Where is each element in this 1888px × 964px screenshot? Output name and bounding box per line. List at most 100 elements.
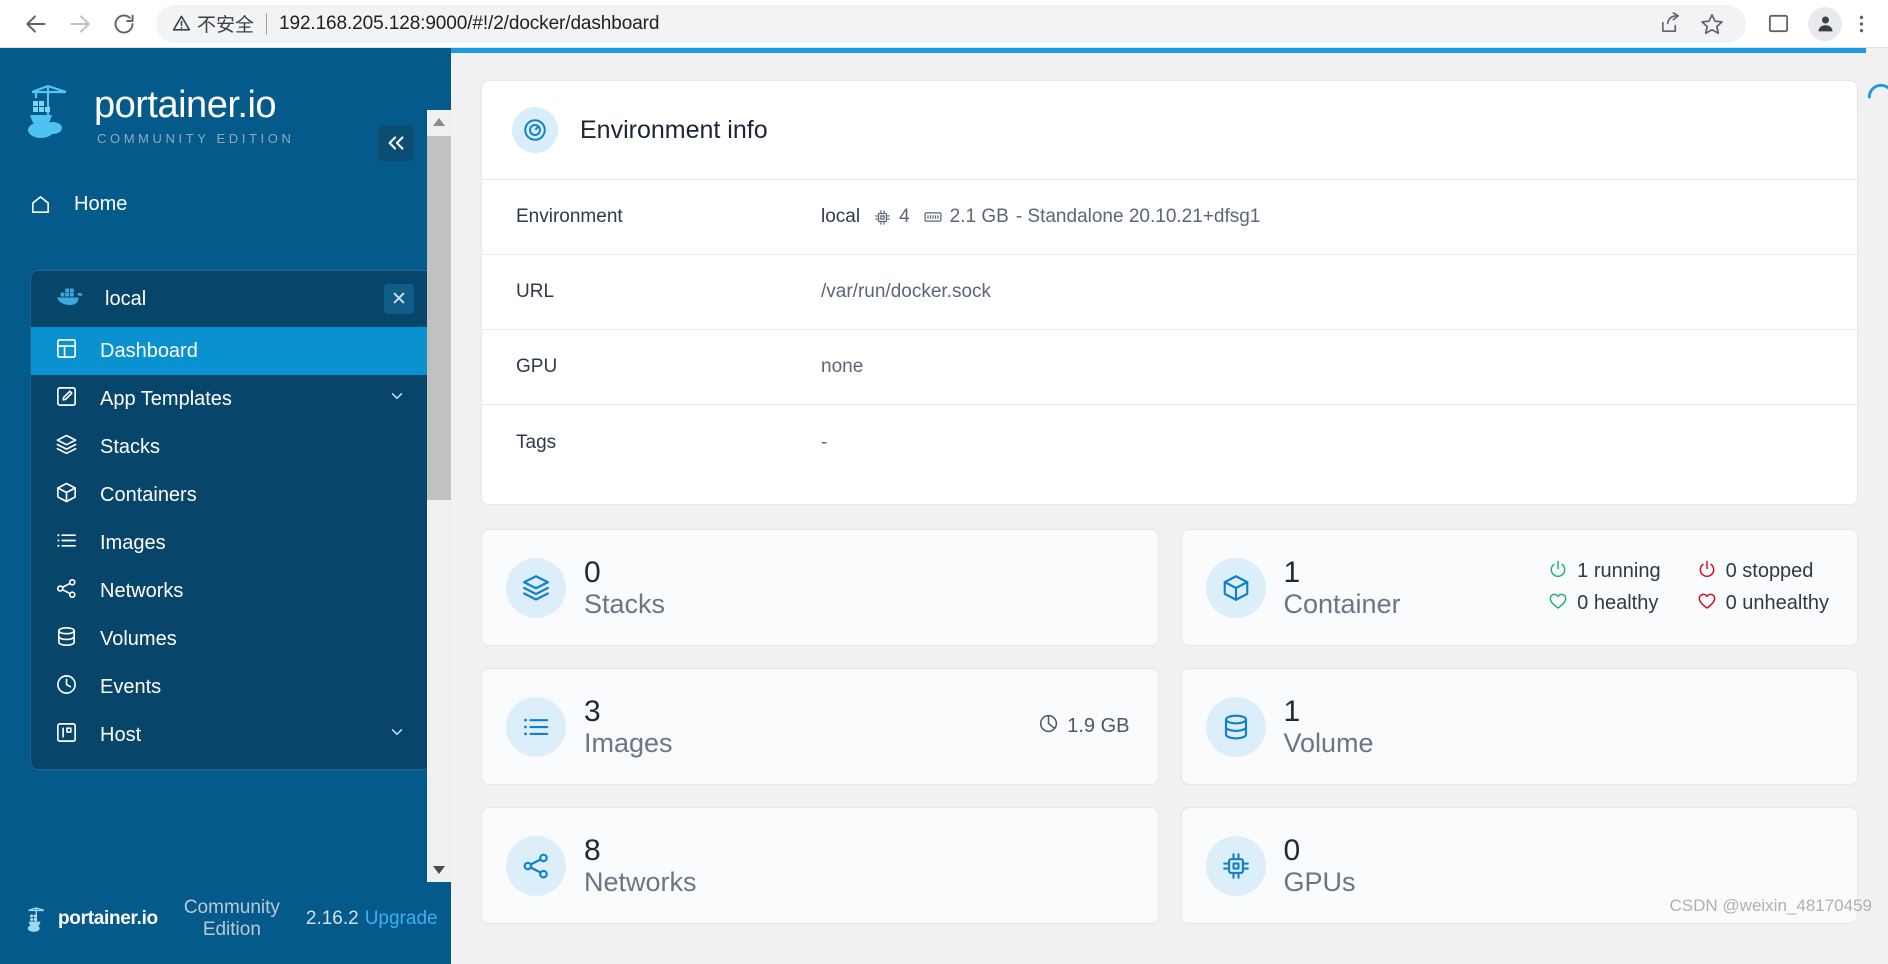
environment-suffix: - Standalone 20.10.21+dfsg1: [1015, 206, 1261, 227]
sidebar-item-stacks[interactable]: Stacks: [31, 423, 428, 471]
warning-triangle-icon: [172, 14, 191, 33]
container-status-healthy: 0 healthy: [1548, 591, 1660, 617]
clock-icon: [57, 674, 76, 694]
sidebar-item-host[interactable]: Host: [31, 711, 428, 759]
share-nodes-icon: [523, 853, 548, 878]
footer-upgrade-link[interactable]: Upgrade: [365, 908, 438, 930]
info-label: GPU: [516, 356, 558, 377]
server-panel-icon: [57, 722, 76, 742]
stat-count: 0: [1283, 833, 1301, 867]
sidebar-item-home[interactable]: Home: [0, 180, 429, 228]
share-icon[interactable]: [1650, 4, 1690, 44]
dashboard-stat-grid: 0 Stacks 1 Container 1 running 0 stopped 0 hea…: [481, 529, 1858, 924]
list-icon: [524, 718, 549, 735]
sidebar-item-networks[interactable]: Networks: [31, 567, 428, 615]
sidebar-scrollbar[interactable]: [427, 110, 451, 882]
stat-count: 1: [1283, 694, 1301, 728]
stat-card-images[interactable]: 3 Images 1.9 GB: [481, 668, 1159, 785]
url-text: 192.168.205.128:9000/#!/2/docker/dashboa…: [279, 12, 660, 34]
stat-label: Stacks: [584, 589, 666, 620]
cpu-count: 4: [899, 206, 910, 227]
scrollbar-down-arrow[interactable]: [427, 858, 451, 882]
info-value: none: [821, 356, 864, 377]
stat-card-stacks[interactable]: 0 Stacks: [481, 529, 1159, 646]
sidebar-item-images[interactable]: Images: [31, 519, 428, 567]
browser-menu-icon[interactable]: [1848, 4, 1874, 44]
info-row-environment: Environment local 4 2.1 GB - Standalone …: [482, 180, 1857, 255]
stat-card-networks[interactable]: 8 Networks: [481, 807, 1159, 924]
stat-card-volume[interactable]: 1 Volume: [1180, 668, 1858, 785]
scrollbar-thumb[interactable]: [427, 136, 451, 500]
stat-count: 8: [584, 833, 601, 867]
watermark-text: CSDN @weixin_48170459: [1669, 896, 1872, 915]
sidebar-item-label: Networks: [100, 579, 184, 602]
footer-brand[interactable]: portainer.io: [26, 905, 158, 933]
stat-label: Volume: [1283, 728, 1374, 759]
edit-square-icon-wrap: [55, 385, 78, 414]
info-label: Tags: [516, 431, 557, 453]
sidebar-item-containers[interactable]: Containers: [31, 471, 428, 519]
environment-header[interactable]: local ✕: [31, 271, 428, 327]
database-icon-wrap: [55, 625, 78, 654]
info-row-url: URL /var/run/docker.sock: [482, 255, 1857, 330]
loading-spinner-icon: [1867, 84, 1888, 99]
heart-icon: [1698, 593, 1715, 609]
heart-icon: [1549, 593, 1567, 609]
stat-main: 3 Images: [584, 695, 673, 759]
cube-icon-wrap: [55, 481, 78, 510]
omnibox-divider: [266, 12, 268, 35]
portainer-crane-logo-icon: [28, 84, 67, 138]
side-panel-icon[interactable]: [1758, 4, 1798, 44]
container-status-stopped: 0 stopped: [1697, 559, 1829, 585]
sidebar-item-app-templates[interactable]: App Templates: [31, 375, 428, 423]
chevron-down-icon[interactable]: [388, 387, 406, 411]
share-nodes-icon-wrap: [506, 835, 566, 896]
layers-icon-wrap: [55, 433, 78, 462]
info-label: URL: [516, 281, 555, 302]
environment-group: local ✕ Dashboard App Templates Stacks Cont…: [30, 270, 429, 770]
profile-avatar-icon[interactable]: [1808, 6, 1842, 41]
address-bar[interactable]: 不安全 192.168.205.128:9000/#!/2/docker/das…: [156, 4, 1746, 44]
forward-button[interactable]: [58, 2, 102, 46]
portainer-crane-small-icon: [27, 907, 45, 932]
chip-icon-wrap: [1205, 835, 1266, 896]
triangle-down-icon: [433, 866, 445, 874]
stat-main: 1 Container: [1284, 556, 1401, 620]
sidebar-item-volumes[interactable]: Volumes: [31, 615, 428, 663]
arrow-right-icon: [70, 14, 90, 33]
container-status-unhealthy: 0 unhealthy: [1697, 591, 1829, 617]
sidebar-item-label: Dashboard: [100, 339, 198, 362]
stat-count: 3: [584, 694, 601, 728]
sidebar-item-label: Events: [100, 675, 162, 698]
close-icon[interactable]: ✕: [384, 284, 414, 314]
environment-name: local: [105, 287, 147, 310]
scrollbar-up-arrow[interactable]: [427, 110, 451, 134]
environment-info-header: Environment info: [482, 81, 1857, 180]
stat-label: Networks: [584, 867, 697, 898]
info-value: -: [821, 431, 828, 453]
bookmark-star-icon[interactable]: [1692, 4, 1732, 44]
stat-card-container[interactable]: 1 Container 1 running 0 stopped 0 healthy 0 u…: [1180, 529, 1858, 646]
chevron-down-icon[interactable]: [388, 723, 406, 747]
stat-label: Container: [1283, 589, 1401, 620]
status-label: 0 stopped: [1725, 560, 1814, 582]
sidebar-item-dashboard[interactable]: Dashboard: [31, 327, 428, 375]
reload-button[interactable]: [102, 2, 146, 46]
info-value: local 4 2.1 GB - Standalone 20.10.21+dfs…: [821, 206, 1260, 228]
database-icon: [58, 626, 75, 646]
memory-icon: [924, 212, 942, 222]
stat-main: 0 Stacks: [584, 556, 665, 620]
list-icon: [57, 533, 76, 547]
stat-count: 1: [1283, 555, 1301, 589]
sidebar-footer: portainer.io Community Edition 2.16.2 Up…: [0, 874, 451, 964]
sidebar-collapse-button[interactable]: [378, 125, 414, 161]
sidebar-item-label: App Templates: [100, 387, 232, 410]
logo-title: portainer.io: [94, 84, 277, 126]
portainer-app: portainer.io COMMUNITY EDITION Home loca…: [0, 48, 1888, 964]
cube-icon: [57, 482, 76, 502]
main-content: Environment info Environment local 4 2.1…: [451, 48, 1888, 964]
sidebar-item-events[interactable]: Events: [31, 663, 428, 711]
heart-icon-wrap: [1548, 591, 1568, 617]
logo-subtitle: COMMUNITY EDITION: [97, 131, 295, 146]
back-button[interactable]: [14, 2, 58, 46]
